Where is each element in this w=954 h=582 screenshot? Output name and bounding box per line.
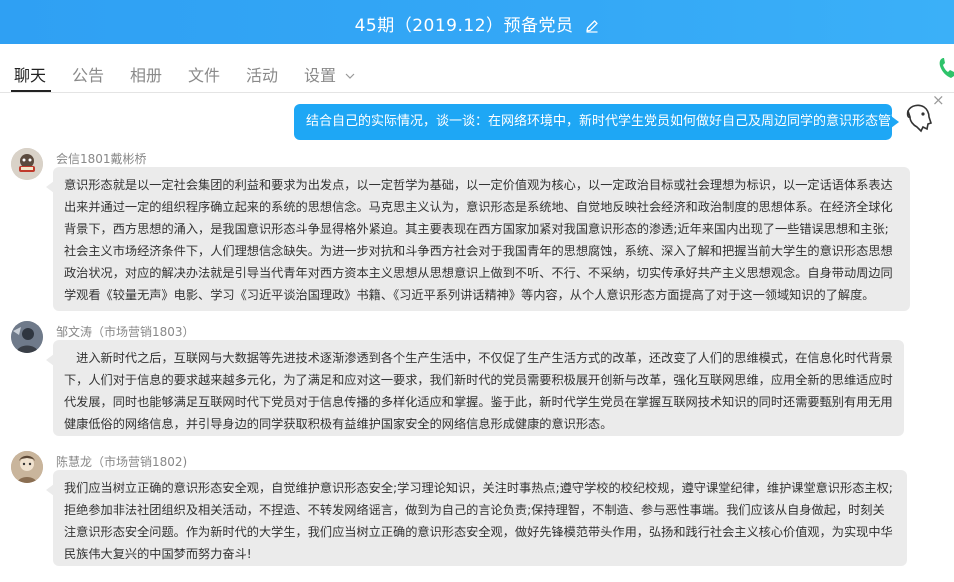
close-icon[interactable]: × <box>932 93 945 109</box>
sender-name: 会信1801戴彬桥 <box>56 152 147 166</box>
tab-bar: 聊天 公告 相册 文件 活动 设置 <box>0 44 954 93</box>
tab-files[interactable]: 文件 <box>188 62 220 86</box>
message-bubble[interactable]: 进入新时代之后，互联网与大数据等先进技术逐渐渗透到各个生产生活中，不仅促了生产生… <box>46 340 904 436</box>
phone-icon[interactable] <box>938 56 954 84</box>
sender-name: 陈慧龙（市场营销1802) <box>56 455 188 469</box>
message-text: 意识形态就是以一定社会集团的利益和要求为出发点，以一定哲学为基础，以一定价值观为… <box>64 178 893 302</box>
message-text: 进入新时代之后，互联网与大数据等先进技术逐渐渗透到各个生产生活中，不仅促了生产生… <box>64 351 893 431</box>
avatar-zou[interactable] <box>11 321 43 353</box>
my-message-text: 结合自己的实际情况，谈一谈：在网络环境中，新时代学生党员如何做好自己及周边同学的… <box>306 114 931 129</box>
tab-activity[interactable]: 活动 <box>246 62 278 86</box>
avatar-dai[interactable] <box>11 148 43 180</box>
chat-area[interactable]: × 结合自己的实际情况，谈一谈：在网络环境中，新时代学生党员如何做好自己及周边同… <box>0 93 954 582</box>
active-tab-indicator <box>11 90 51 92</box>
my-avatar[interactable] <box>905 103 933 137</box>
tab-settings-label: 设置 <box>304 66 337 85</box>
group-title: 45期（2019.12）预备党员 <box>354 16 574 36</box>
tab-settings[interactable]: 设置 <box>304 62 355 86</box>
my-message-bubble[interactable]: 结合自己的实际情况，谈一谈：在网络环境中，新时代学生党员如何做好自己及周边同学的… <box>294 104 930 140</box>
tab-chat[interactable]: 聊天 <box>14 62 46 86</box>
group-title-wrap: 45期（2019.12）预备党员 <box>0 11 954 38</box>
timestamp-cut <box>448 93 498 98</box>
message-text: 我们应当树立正确的意识形态安全观，自觉维护意识形态安全;学习理论知识，关注时事热… <box>64 481 893 561</box>
avatar-chen[interactable] <box>11 451 43 483</box>
chevron-down-icon <box>345 64 355 83</box>
message-bubble[interactable]: 我们应当树立正确的意识形态安全观，自觉维护意识形态安全;学习理论知识，关注时事热… <box>46 470 907 566</box>
tab-album[interactable]: 相册 <box>130 62 162 86</box>
pencil-icon[interactable] <box>585 18 599 38</box>
message-bubble[interactable]: 意识形态就是以一定社会集团的利益和要求为出发点，以一定哲学为基础，以一定价值观为… <box>46 167 910 311</box>
title-bar: 45期（2019.12）预备党员 <box>0 0 954 44</box>
sender-name: 邹文涛（市场营销1803） <box>56 325 195 339</box>
tab-announcement[interactable]: 公告 <box>72 62 104 86</box>
